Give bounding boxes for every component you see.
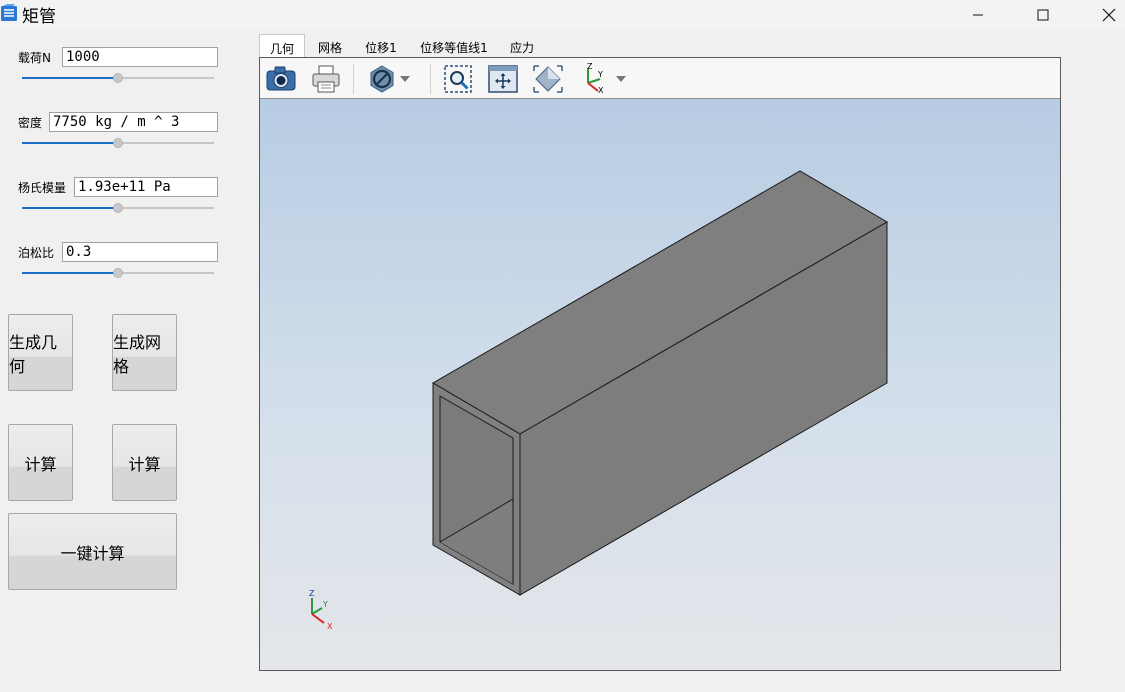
maximize-icon (1037, 9, 1049, 21)
axes-view-button[interactable]: Z Y X (576, 63, 610, 95)
minimize-icon (973, 14, 983, 16)
axes-icon: Z Y X (587, 63, 604, 95)
app-icon (1, 4, 17, 21)
clipping-dropdown[interactable] (398, 63, 412, 95)
svg-text:Y: Y (597, 70, 603, 79)
close-button[interactable] (1086, 0, 1125, 30)
tab-stress[interactable]: 应力 (505, 34, 539, 58)
axis-label-y: Y (322, 600, 328, 609)
density-slider[interactable] (22, 138, 214, 148)
density-label: 密度 (18, 116, 43, 130)
youngs-modulus-label: 杨氏模量 (18, 181, 67, 195)
axis-label-x: X (327, 622, 333, 631)
tab-geometry[interactable]: 几何 (259, 34, 305, 58)
zoom-box-icon (444, 65, 472, 93)
maximize-button[interactable] (1020, 0, 1066, 30)
screenshot-button[interactable] (264, 63, 298, 95)
fit-all-button[interactable] (486, 63, 520, 95)
slider-thumb[interactable] (113, 138, 123, 148)
slider-thumb[interactable] (113, 268, 123, 278)
poisson-ratio-slider[interactable] (22, 268, 214, 278)
3d-scene[interactable]: Z Y X (260, 99, 1060, 670)
window-title: 矩管 (22, 7, 56, 27)
view-iso-icon (533, 65, 563, 93)
print-button[interactable] (309, 63, 343, 95)
axis-triad: Z Y X (309, 589, 333, 631)
svg-text:Z: Z (587, 63, 593, 71)
zoom-box-button[interactable] (441, 63, 475, 95)
camera-icon (266, 66, 296, 91)
rectangular-tube-model: Z Y X (309, 170, 888, 631)
fit-all-icon (488, 65, 518, 93)
viewer-toolbar: Z Y X (260, 58, 1060, 99)
compute-button-2[interactable]: 计算 (112, 424, 177, 501)
slider-thumb[interactable] (113, 73, 123, 83)
poisson-ratio-label: 泊松比 (18, 246, 55, 260)
title-bar: 矩管 (0, 0, 1125, 30)
minimize-button[interactable] (955, 0, 1001, 30)
iso-view-button[interactable] (531, 63, 565, 95)
load-slider[interactable] (22, 73, 214, 83)
dropdown-arrow-icon (400, 76, 410, 82)
tab-displacement[interactable]: 位移1 (361, 34, 401, 58)
clipping-icon (370, 65, 394, 93)
tab-displacement-contour[interactable]: 位移等值线1 (417, 34, 491, 58)
load-label: 载荷N (18, 51, 51, 65)
youngs-modulus-field[interactable]: 1.93e+11 Pa (74, 177, 218, 197)
generate-mesh-button[interactable]: 生成网格 (112, 314, 177, 391)
slider-thumb[interactable] (113, 203, 123, 213)
load-field[interactable]: 1000 (62, 47, 218, 67)
axis-label-z: Z (309, 589, 315, 598)
printer-icon (312, 65, 340, 93)
close-icon (1102, 8, 1116, 22)
tab-mesh[interactable]: 网格 (311, 34, 349, 58)
clipping-button[interactable] (365, 63, 399, 95)
one-click-compute-button[interactable]: 一键计算 (8, 513, 177, 590)
density-field[interactable]: 7750 kg / m ^ 3 (49, 112, 218, 132)
3d-viewer[interactable]: Z Y X Z Y X (259, 57, 1061, 671)
poisson-ratio-field[interactable]: 0.3 (62, 242, 218, 262)
svg-text:X: X (598, 86, 604, 95)
parameter-panel: 载荷N 1000 密度 7750 kg / m ^ 3 杨氏模量 1.93e+1… (0, 30, 245, 692)
axes-dropdown[interactable] (614, 63, 628, 95)
dropdown-arrow-icon (616, 76, 626, 82)
generate-geometry-button[interactable]: 生成几何 (8, 314, 73, 391)
compute-button-1[interactable]: 计算 (8, 424, 73, 501)
youngs-modulus-slider[interactable] (22, 203, 214, 213)
